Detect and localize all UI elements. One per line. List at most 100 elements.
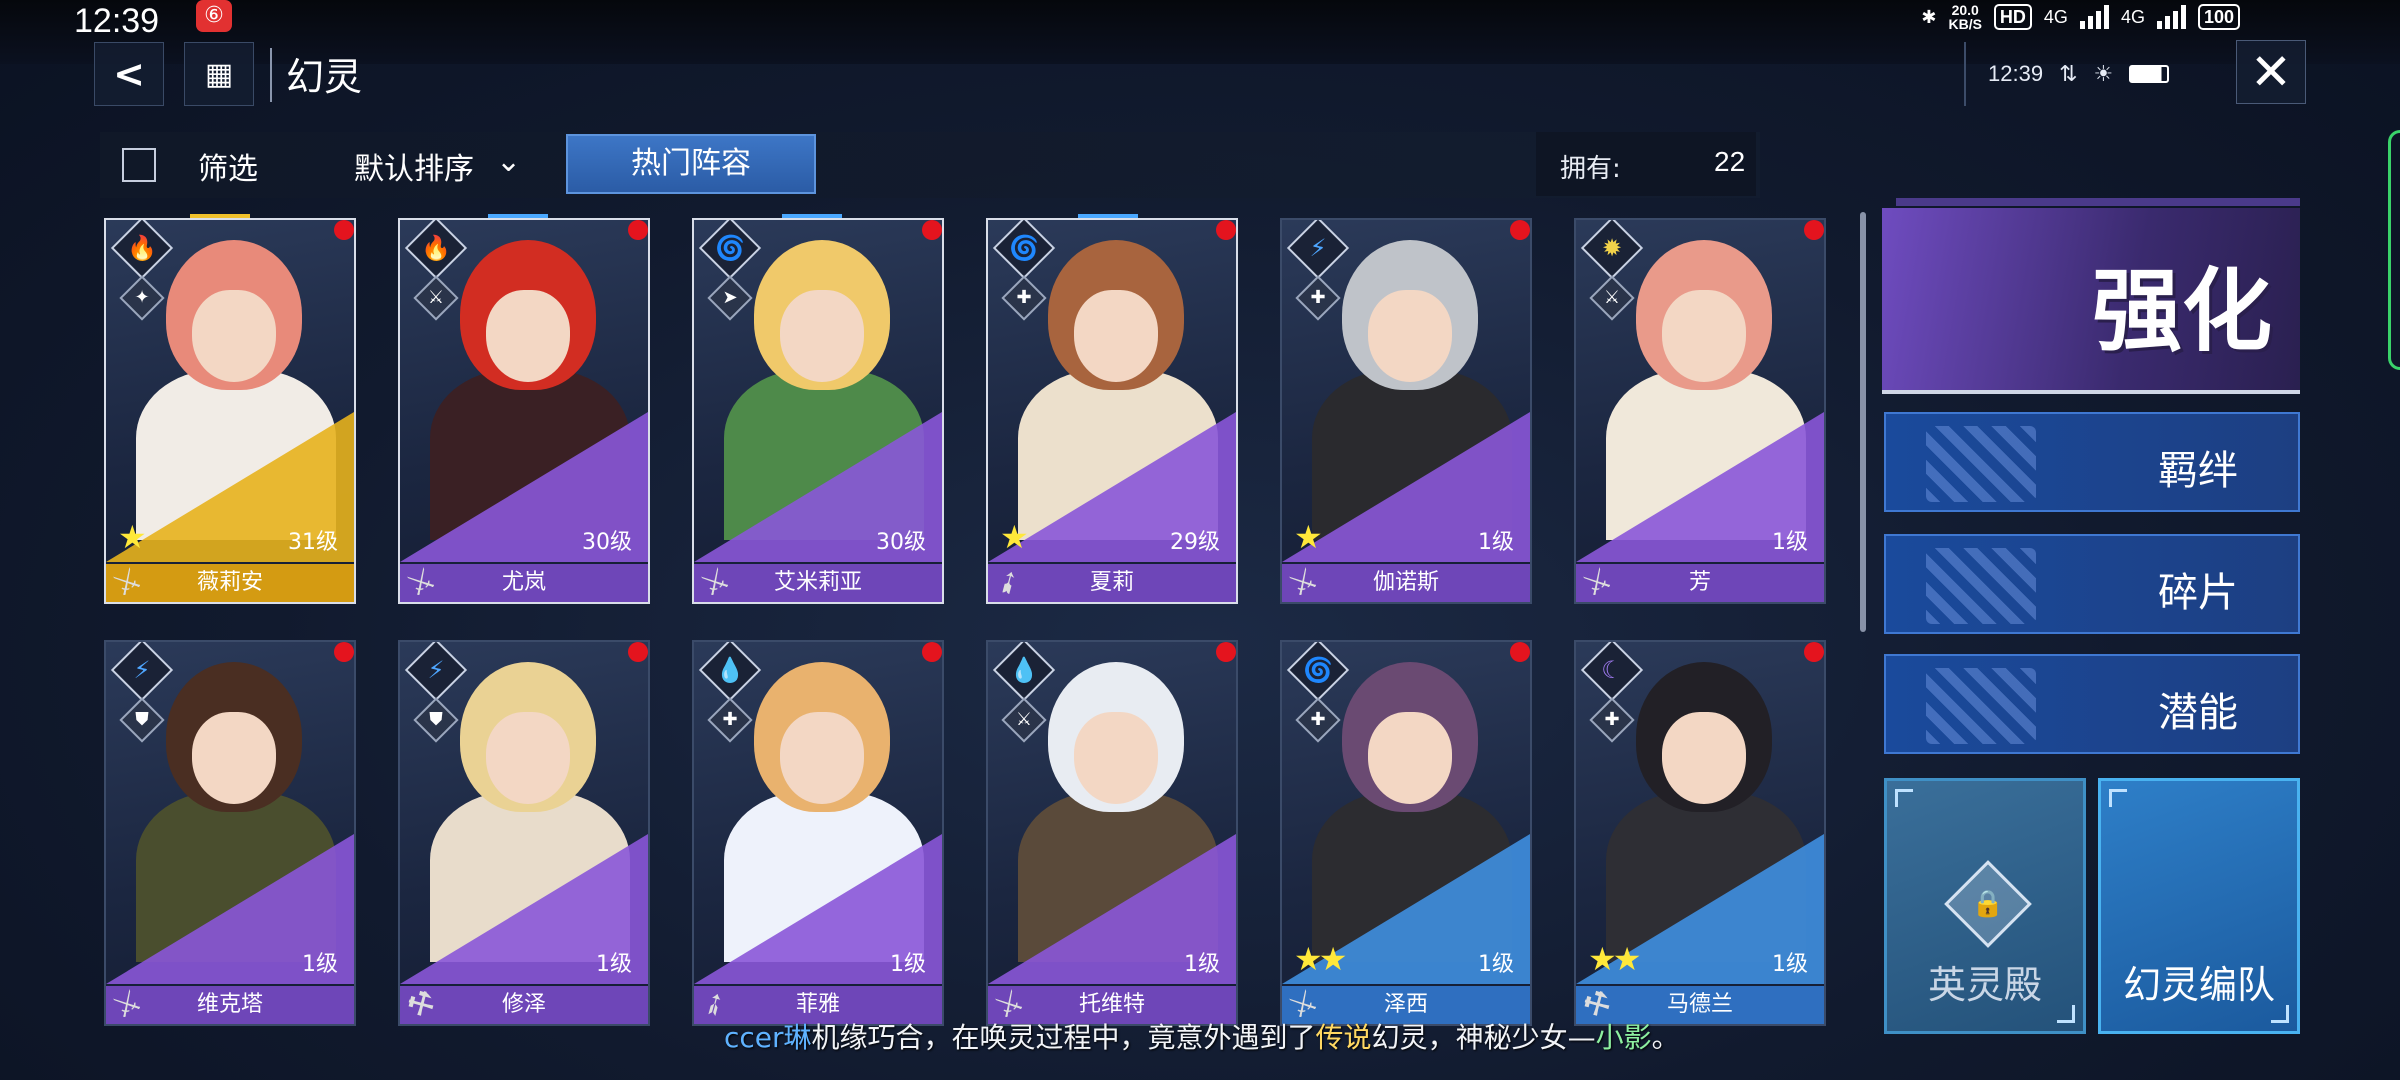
role-glyph: ⚔ <box>427 287 445 308</box>
notification-dot <box>334 220 354 240</box>
spirit-card[interactable]: ✹ ⚔ 1级芳 ⚔ <box>1574 218 1826 604</box>
owned-value: 22 <box>1714 146 1746 177</box>
bond-label: 羁绊 <box>2158 448 2238 494</box>
notification-dot <box>628 220 648 240</box>
subtitle-speaker: ccer琳 <box>724 1021 812 1054</box>
element-icon: ✹ <box>1580 220 1644 280</box>
element-glyph: ⚡ <box>1309 234 1327 262</box>
spirit-card[interactable]: 💧 ✚ 1级 菲雅 ➶ <box>692 640 944 1026</box>
role-icon: ✚ <box>1001 275 1047 321</box>
element-icon: 💧 <box>698 642 762 702</box>
card-level: 1级 <box>302 952 338 977</box>
card-level: 1级 <box>1184 952 1220 977</box>
role-icon: ⚔ <box>1589 275 1635 321</box>
role-glyph: ✚ <box>1604 709 1620 730</box>
notification-dot <box>334 642 354 662</box>
page-title: 幻灵 <box>286 55 363 99</box>
card-stars: ★★ <box>1294 940 1347 978</box>
element-icon: 🌀 <box>698 220 762 280</box>
character-face <box>486 712 570 804</box>
spirit-card[interactable]: 🌀 ➤ 30级 艾米莉亚 ⚔ <box>692 218 944 604</box>
element-glyph: ⚡ <box>133 656 151 684</box>
role-glyph: ✚ <box>1310 287 1326 308</box>
status-time: 12:39 <box>74 2 160 40</box>
character-face <box>780 712 864 804</box>
element-icon: 🌀 <box>992 220 1056 280</box>
team-formation-button[interactable]: 幻灵编队 <box>2098 778 2300 1034</box>
spirit-card[interactable]: ⚡ ✚ 1级 ★ 伽诺斯 ⚔ <box>1280 218 1532 604</box>
spirit-card[interactable]: ⚡ ⛊ 1级 维克塔 ⚔ <box>104 640 356 1026</box>
role-glyph: ➤ <box>722 287 738 308</box>
shard-button[interactable]: 碎片 <box>1884 534 2300 634</box>
character-face <box>1368 290 1452 382</box>
status-indicators: ✱ 20.0 KB/S HD 4G 4G 100 <box>1921 0 2240 34</box>
character-face <box>1074 712 1158 804</box>
spirit-card[interactable]: 🔥 ✦ 31级 ★ 薇莉安 ⚔ <box>104 218 356 604</box>
card-name: 夏莉 <box>988 564 1236 602</box>
hero-hall-button[interactable]: 🔒 英灵殿 <box>1884 778 2086 1034</box>
card-level: 1级 <box>1772 952 1808 977</box>
bond-button[interactable]: 羁绊 <box>1884 412 2300 512</box>
subtitle-bar: ccer琳机缘巧合，在唤灵过程中，竟意外遇到了传说幻灵，神秘少女—小影。 <box>724 1016 1680 1056</box>
grid-menu-icon: ▦ <box>204 56 234 92</box>
element-glyph: ✹ <box>1601 234 1623 262</box>
spirit-card[interactable]: ⚡ ⛊ 1级 修泽 ⚒ <box>398 640 650 1026</box>
potential-label: 潜能 <box>2158 690 2238 736</box>
enhance-button[interactable]: 强化 <box>1882 208 2300 394</box>
role-icon: ➤ <box>707 275 753 321</box>
chevron-down-icon[interactable]: ⌄ <box>496 144 521 179</box>
close-button[interactable]: ✕ <box>2236 40 2306 104</box>
notification-dot <box>628 642 648 662</box>
hot-lineup-button[interactable]: 热门阵容 <box>566 134 816 194</box>
sort-dropdown[interactable]: 默认排序 <box>354 144 474 188</box>
signal-icon-2 <box>2156 5 2186 29</box>
notification-dot <box>1216 642 1236 662</box>
owned-label: 拥有: <box>1560 154 1621 184</box>
element-icon: ⚡ <box>404 642 468 702</box>
card-level: 1级 <box>1772 530 1808 555</box>
spirit-card[interactable]: 🌀 ✚ 1级 ★★ 泽西 ⚔ <box>1280 640 1532 1026</box>
side-edge-handle[interactable] <box>2388 130 2400 370</box>
role-glyph: ⛊ <box>135 709 149 730</box>
battery-icon <box>2129 65 2170 83</box>
filter-checkbox[interactable] <box>122 148 156 182</box>
role-glyph: ✚ <box>722 709 738 730</box>
subtitle-end: 。 <box>1651 1021 1680 1054</box>
menu-button[interactable]: ▦ <box>184 42 254 106</box>
notification-dot <box>1216 220 1236 240</box>
device-status: 12:39 ⇅ ☀ <box>1964 42 2180 106</box>
role-icon: ✚ <box>707 697 753 743</box>
filter-label[interactable]: 筛选 <box>198 144 258 188</box>
app-notification-icon: ⑥ <box>196 0 232 32</box>
spirit-card[interactable]: 🌀 ✚ 29级 ★ 夏莉 ➹ <box>986 218 1238 604</box>
character-face <box>192 712 276 804</box>
role-icon: ⛊ <box>413 697 459 743</box>
grid-scrollbar[interactable] <box>1860 212 1866 632</box>
element-glyph: ⚡ <box>427 656 445 684</box>
role-icon: ⚔ <box>413 275 459 321</box>
role-glyph: ⚔ <box>1015 709 1033 730</box>
card-stars: ★★ <box>1588 940 1641 978</box>
element-icon: ⚡ <box>110 642 174 702</box>
element-glyph: 🌀 <box>1303 656 1333 684</box>
spirit-card[interactable]: 🔥 ⚔ 30级 尤岚 ⚔ <box>398 218 650 604</box>
character-face <box>1662 712 1746 804</box>
role-icon: ✦ <box>119 275 165 321</box>
element-icon: 🔥 <box>404 220 468 280</box>
cubes-icon <box>1926 668 2036 744</box>
character-face <box>780 290 864 382</box>
card-level: 1级 <box>890 952 926 977</box>
character-face <box>486 290 570 382</box>
spirit-card[interactable]: 💧 ⚔ 1级 托维特 ⚔ <box>986 640 1238 1026</box>
title-separator <box>270 48 272 102</box>
role-icon: ✚ <box>1589 697 1635 743</box>
card-level: 30级 <box>876 530 926 555</box>
card-level: 30级 <box>582 530 632 555</box>
potential-button[interactable]: 潜能 <box>1884 654 2300 754</box>
role-icon: ⚔ <box>1001 697 1047 743</box>
net-speed: 20.0 KB/S <box>1948 2 1982 32</box>
spirit-card[interactable]: ☾ ✚ 1级 ★★ 马德兰 ⚒ <box>1574 640 1826 1026</box>
subtitle-name: 小影 <box>1595 1021 1652 1054</box>
card-level: 31级 <box>288 530 338 555</box>
back-button[interactable]: < <box>94 42 164 106</box>
